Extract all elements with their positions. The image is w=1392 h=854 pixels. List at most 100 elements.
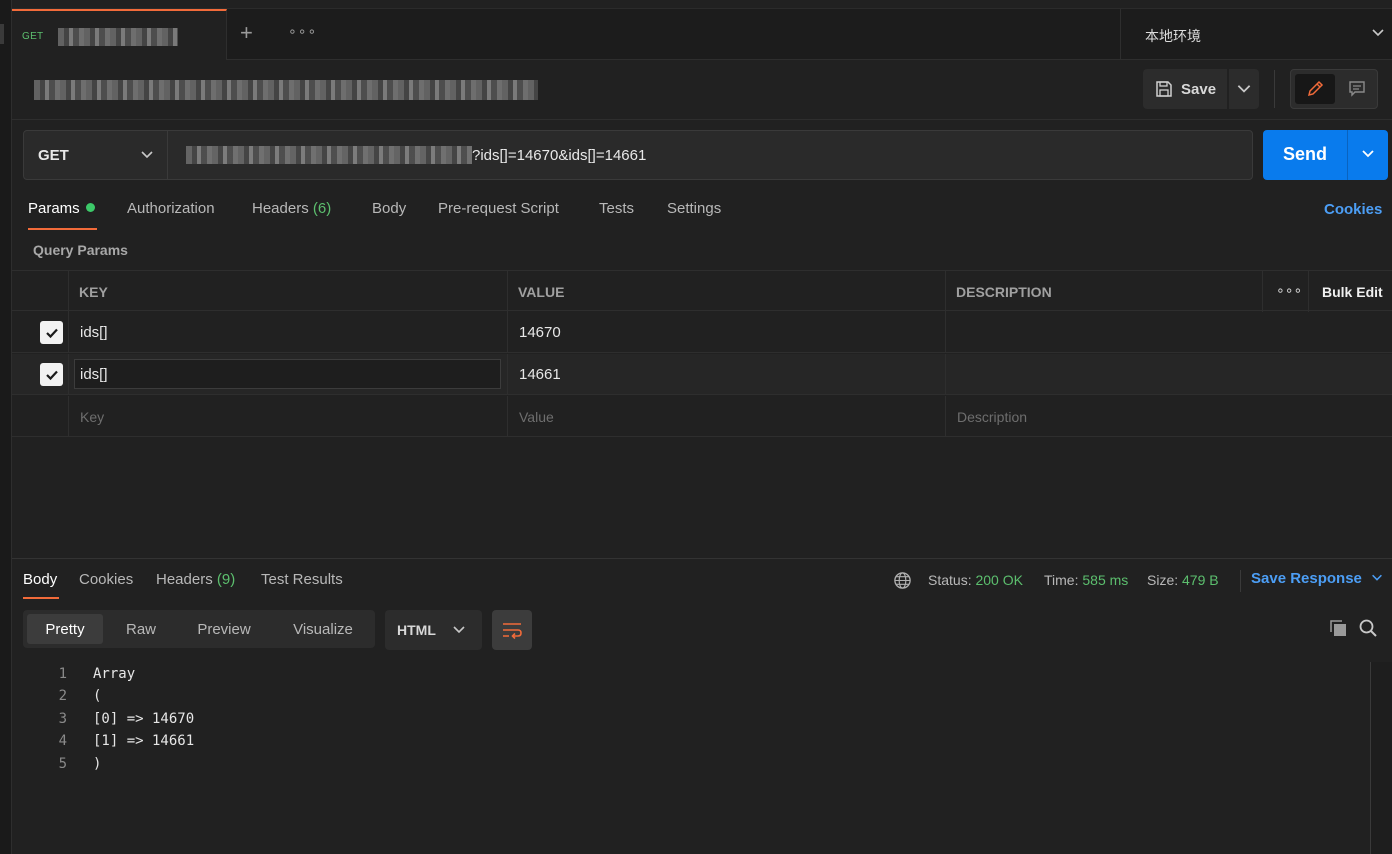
line-text: Array — [93, 666, 136, 682]
size-label: Size: — [1147, 572, 1179, 588]
line-number: 3 — [58, 711, 67, 727]
tab-tests[interactable]: Tests — [599, 200, 634, 217]
response-tab-cookies[interactable]: Cookies — [79, 571, 133, 588]
param-value[interactable]: 14661 — [519, 366, 561, 383]
response-view-modes: Pretty Raw Preview Visualize — [23, 610, 375, 648]
time-value: 585 ms — [1082, 572, 1129, 588]
value-placeholder[interactable]: Value — [519, 409, 554, 425]
cookies-link[interactable]: Cookies — [1324, 201, 1382, 218]
time-label: Time: — [1044, 572, 1079, 588]
response-tab-headers-label: Headers — [156, 571, 213, 588]
view-preview-button[interactable]: Preview — [179, 614, 269, 644]
save-button[interactable]: Save — [1143, 69, 1227, 109]
copy-icon[interactable] — [1328, 618, 1348, 641]
postman-window: GET + ∘∘∘ 本地环境 Save GET ?ids[]=14670&ids… — [0, 0, 1392, 854]
chevron-down-icon — [1370, 24, 1386, 43]
environment-name: 本地环境 — [1145, 28, 1201, 44]
pencil-icon[interactable] — [1295, 74, 1335, 104]
left-sidebar-edge — [0, 0, 12, 854]
search-icon[interactable] — [1358, 618, 1378, 641]
save-response-label: Save Response — [1251, 570, 1362, 587]
time-info[interactable]: Time: 585 ms — [1044, 572, 1128, 588]
key-placeholder[interactable]: Key — [80, 409, 104, 425]
bulk-edit-button[interactable]: Bulk Edit — [1322, 284, 1383, 300]
response-tab-test-results[interactable]: Test Results — [261, 571, 343, 588]
view-visualize-button[interactable]: Visualize — [275, 614, 371, 644]
table-header-row: KEY VALUE DESCRIPTION ∘∘∘ Bulk Edit — [12, 270, 1392, 312]
line-text: [1] => 14661 — [93, 733, 195, 749]
row-checkbox[interactable] — [40, 321, 63, 344]
method-selector[interactable]: GET — [23, 130, 168, 180]
wrap-lines-icon[interactable] — [492, 610, 532, 650]
params-active-dot — [85, 203, 95, 212]
code-line: 3 [0] => 14670 — [23, 711, 1023, 733]
response-scrollbar[interactable] — [1370, 662, 1392, 854]
table-row: ids[] 14661 — [12, 354, 1392, 395]
request-tab-name-redacted — [58, 28, 178, 46]
comment-icon[interactable] — [1339, 74, 1375, 104]
line-number: 4 — [58, 733, 67, 749]
method-value: GET — [38, 147, 69, 164]
line-number: 2 — [58, 688, 67, 704]
param-key[interactable]: ids[] — [80, 324, 108, 341]
save-button-group: Save — [1143, 69, 1259, 109]
response-tab-headers-count: (9) — [216, 571, 236, 588]
param-value[interactable]: 14670 — [519, 324, 561, 341]
code-line: 2( — [23, 688, 1023, 710]
code-line: 5) — [23, 756, 1023, 778]
request-title-redacted[interactable] — [34, 80, 538, 100]
tab-headers[interactable]: Headers (6) — [252, 200, 331, 217]
save-label: Save — [1181, 80, 1217, 98]
column-value: VALUE — [518, 284, 565, 300]
save-response-button[interactable]: Save Response — [1240, 570, 1384, 592]
save-options-chevron-icon[interactable] — [1235, 79, 1253, 100]
view-pretty-button[interactable]: Pretty — [27, 614, 103, 644]
new-tab-plus-icon[interactable]: + — [240, 22, 253, 44]
url-input[interactable]: ?ids[]=14670&ids[]=14661 — [167, 130, 1253, 180]
tab-params[interactable]: Params — [28, 200, 95, 217]
tab-authorization[interactable]: Authorization — [127, 200, 215, 217]
status-info[interactable]: Status: 200 OK — [928, 572, 1023, 588]
param-key-input-focused[interactable] — [74, 359, 501, 389]
column-description: DESCRIPTION — [956, 284, 1052, 300]
chevron-down-icon — [451, 621, 467, 640]
globe-icon[interactable] — [893, 571, 912, 593]
tab-settings[interactable]: Settings — [667, 200, 721, 217]
environment-selector[interactable]: 本地环境 — [1120, 9, 1392, 60]
size-value: 479 B — [1182, 572, 1219, 588]
response-format-selector[interactable]: HTML — [385, 610, 482, 650]
line-text: [0] => 14670 — [93, 711, 195, 727]
column-key: KEY — [79, 284, 108, 300]
line-text: ( — [93, 688, 102, 704]
response-tab-body[interactable]: Body — [23, 571, 57, 588]
table-row: ids[] 14670 — [12, 312, 1392, 353]
send-options-chevron-icon[interactable] — [1360, 145, 1376, 164]
url-query-text: ?ids[]=14670&ids[]=14661 — [472, 147, 647, 164]
line-number: 1 — [58, 666, 67, 682]
url-host-redacted — [186, 146, 472, 164]
tab-prerequest-script[interactable]: Pre-request Script — [438, 200, 559, 217]
floppy-disk-icon — [1156, 81, 1172, 97]
row-checkbox[interactable] — [40, 363, 63, 386]
column-options-icon[interactable]: ∘∘∘ — [1276, 282, 1302, 299]
description-placeholder[interactable]: Description — [957, 409, 1027, 425]
view-mode-toggle — [1290, 69, 1378, 109]
line-text: ) — [93, 756, 102, 772]
pane-divider[interactable] — [12, 558, 1392, 559]
line-number: 5 — [58, 756, 67, 772]
tab-strip: GET + ∘∘∘ 本地环境 — [12, 8, 1392, 60]
size-info[interactable]: Size: 479 B — [1147, 572, 1219, 588]
send-button[interactable]: Send — [1283, 144, 1327, 165]
response-format-value: HTML — [397, 622, 436, 638]
param-key[interactable]: ids[] — [80, 366, 108, 383]
tab-headers-label: Headers — [252, 200, 309, 217]
tab-params-label: Params — [28, 200, 80, 217]
tab-body[interactable]: Body — [372, 200, 406, 217]
request-tab[interactable]: GET — [12, 9, 227, 60]
status-value: 200 OK — [975, 572, 1023, 588]
response-tab-headers[interactable]: Headers (9) — [156, 571, 235, 588]
tab-headers-count: (6) — [312, 200, 332, 217]
view-raw-button[interactable]: Raw — [107, 614, 175, 644]
query-params-title: Query Params — [33, 242, 128, 258]
tab-more-icon[interactable]: ∘∘∘ — [288, 23, 317, 40]
